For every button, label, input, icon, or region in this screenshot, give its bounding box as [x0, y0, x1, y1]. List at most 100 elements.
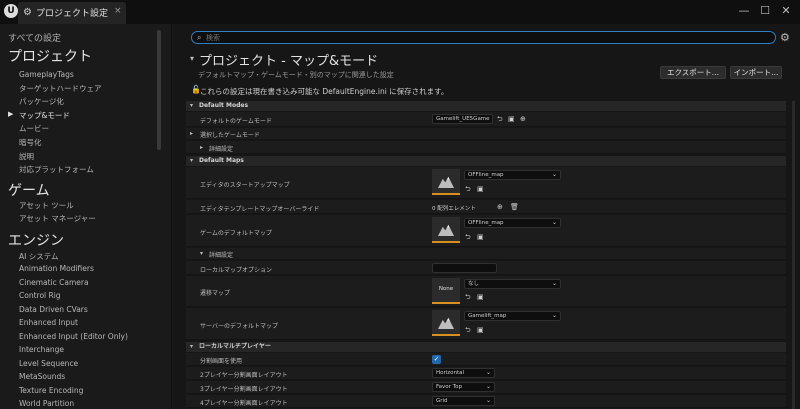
sidebar-section-game: ゲーム — [8, 183, 50, 199]
collapse-arrow-icon[interactable]: ▾ — [190, 54, 194, 63]
sidebar-item-ai-system[interactable]: AI システム — [19, 251, 59, 262]
split-screen-checkbox[interactable]: ✓ — [432, 355, 441, 364]
row-template-map-override: エディタテンプレートマップオーバーライド 0 配列エレメント ⊕ 🗑 — [186, 200, 786, 214]
sidebar-item-level-sequence[interactable]: Level Sequence — [19, 359, 78, 368]
sidebar-item-maps-and-modes[interactable]: マップ&モード — [19, 110, 70, 121]
dropdown-value: Gamelift_UE5Game — [436, 116, 490, 122]
game-default-map-dropdown[interactable]: OFFline_map ⌄ — [464, 218, 561, 228]
map-thumbnail[interactable] — [432, 217, 460, 243]
folder-icon[interactable]: ▣ — [477, 233, 484, 241]
local-map-options-input[interactable] — [432, 263, 497, 273]
browse-back-icon[interactable]: ⮌ — [465, 185, 471, 196]
add-icon[interactable]: ⊕ — [520, 115, 526, 123]
sidebar-scrollbar[interactable] — [157, 30, 161, 150]
row-modes-advanced[interactable]: ▸ 詳細設定 — [186, 141, 786, 154]
row-four-player-layout: 4プレイヤー分割画面レイアウト Grid ⌄ — [186, 395, 786, 408]
sidebar-item-gameplaytags[interactable]: GameplayTags — [19, 70, 74, 79]
expand-arrow-icon[interactable]: ▸ — [200, 144, 203, 151]
map-thumbnail[interactable] — [432, 310, 460, 336]
browse-back-icon[interactable]: ⮌ — [497, 115, 503, 126]
save-location-note: これらの設定は現在書き込み可能な DefaultEngine.ini に保存され… — [200, 87, 449, 96]
chevron-down-icon: ⌄ — [485, 369, 491, 376]
browse-back-icon[interactable]: ⮌ — [465, 293, 471, 304]
row-selected-game-mode[interactable]: ▸ 選択したゲームモード — [186, 128, 786, 140]
row-label: 詳細設定 — [209, 252, 234, 259]
collapse-arrow-icon[interactable]: ▾ — [200, 250, 203, 257]
sidebar-item-cinematic-camera[interactable]: Cinematic Camera — [19, 278, 89, 287]
row-label: 分割画面を使用 — [200, 358, 243, 365]
export-button[interactable]: エクスポート... — [660, 66, 726, 79]
category-default-maps[interactable]: ▾ Default Maps — [186, 156, 786, 166]
tab-project-settings[interactable]: ⚙ プロジェクト設定 × — [18, 2, 126, 24]
sidebar-item-enhanced-input-editor[interactable]: Enhanced Input (Editor Only) — [19, 332, 128, 341]
sidebar-item-supported-platforms[interactable]: 対応プラットフォーム — [19, 164, 94, 175]
map-thumbnail[interactable] — [432, 169, 460, 195]
details-scrollbar[interactable] — [792, 101, 795, 409]
sidebar-item-packaging[interactable]: パッケージ化 — [19, 96, 64, 107]
sidebar-section-project: プロジェクト — [8, 49, 92, 65]
row-label: 3プレイヤー分割画面レイアウト — [200, 386, 288, 393]
sidebar-item-movies[interactable]: ムービー — [19, 123, 49, 134]
sidebar-all-settings[interactable]: すべての設定 — [8, 31, 61, 44]
dropdown-value: OFFline_map — [468, 172, 504, 178]
four-player-layout-dropdown[interactable]: Grid ⌄ — [432, 396, 495, 406]
row-default-game-mode: デフォルトのゲームモード Gamelift_UE5Game ⮌ ▣ ⊕ — [186, 112, 786, 127]
close-window-button[interactable]: ✕ — [776, 3, 796, 19]
gear-icon[interactable]: ⚙ — [780, 31, 790, 44]
folder-icon[interactable]: ▣ — [477, 185, 484, 193]
page-description: デフォルトマップ・ゲームモード・別のマップに関連した設定 — [198, 71, 394, 79]
two-player-layout-dropdown[interactable]: Horizontal ⌄ — [432, 368, 495, 378]
editor-startup-map-dropdown[interactable]: OFFline_map ⌄ — [464, 170, 561, 180]
row-label: 4プレイヤー分割画面レイアウト — [200, 400, 288, 407]
category-caret-icon: ▾ — [190, 102, 194, 109]
dropdown-value: OFFline_map — [468, 220, 504, 226]
sidebar-item-metasounds[interactable]: MetaSounds — [19, 372, 65, 381]
sidebar-item-control-rig[interactable]: Control Rig — [19, 291, 61, 300]
sidebar-item-target-hardware[interactable]: ターゲットハードウェア — [19, 83, 102, 94]
browse-back-icon[interactable]: ⮌ — [465, 233, 471, 244]
row-game-default-map: ゲームのデフォルトマップ OFFline_map ⌄ ⮌ ▣ — [186, 215, 786, 247]
row-label: ローカルマップオプション — [200, 267, 273, 274]
chevron-down-icon: ⌄ — [551, 171, 557, 178]
sidebar-item-texture-encoding[interactable]: Texture Encoding — [19, 386, 83, 395]
sidebar-item-enhanced-input[interactable]: Enhanced Input — [19, 318, 78, 327]
transition-map-dropdown[interactable]: なし ⌄ — [464, 279, 561, 289]
tab-title: プロジェクト設定 — [36, 9, 109, 19]
thumbnail-none-label: None — [438, 286, 454, 292]
game-mode-dropdown[interactable]: Gamelift_UE5Game — [432, 114, 493, 124]
row-two-player-layout: 2プレイヤー分割画面レイアウト Horizontal ⌄ — [186, 367, 786, 380]
maximize-button[interactable]: ☐ — [755, 3, 775, 19]
folder-icon[interactable]: ▣ — [477, 293, 484, 301]
category-local-multiplayer[interactable]: ▾ ローカルマルチプレイヤー — [186, 342, 786, 352]
category-default-modes[interactable]: ▾ Default Modes — [186, 101, 786, 111]
server-default-map-dropdown[interactable]: Gamelift_map ⌄ — [464, 311, 561, 321]
category-label: ローカルマルチプレイヤー — [199, 343, 271, 350]
page-title: プロジェクト - マップ&モード — [199, 54, 379, 69]
sidebar-item-world-partition[interactable]: World Partition — [19, 399, 74, 408]
folder-icon[interactable]: ▣ — [508, 115, 515, 123]
dropdown-value: Horizontal — [436, 370, 465, 376]
three-player-layout-dropdown[interactable]: Favor Top ⌄ — [432, 382, 495, 392]
row-maps-advanced[interactable]: ▾ 詳細設定 — [186, 248, 786, 260]
add-icon[interactable]: ⊕ — [497, 203, 503, 211]
sidebar-item-animation-modifiers[interactable]: Animation Modifiers — [19, 264, 94, 273]
import-button[interactable]: インポート... — [730, 66, 782, 79]
sidebar-item-asset-tools[interactable]: アセット ツール — [19, 200, 74, 211]
sidebar-item-interchange[interactable]: Interchange — [19, 345, 64, 354]
title-bar: U ⚙ プロジェクト設定 × — ☐ ✕ — [0, 0, 800, 24]
expand-arrow-icon[interactable]: ▸ — [190, 130, 193, 137]
array-element-count: 0 配列エレメント — [432, 206, 476, 212]
minimize-button[interactable]: — — [734, 3, 754, 19]
sidebar-item-description[interactable]: 説明 — [19, 151, 34, 162]
sidebar-item-asset-manager[interactable]: アセット マネージャー — [19, 213, 96, 224]
map-thumbnail[interactable]: None — [432, 278, 460, 304]
chevron-down-icon: ⌄ — [485, 397, 491, 404]
search-box[interactable]: ⌕ — [191, 31, 776, 44]
sidebar-item-encryption[interactable]: 暗号化 — [19, 137, 42, 148]
search-input[interactable] — [206, 32, 766, 43]
sidebar-item-data-driven-cvars[interactable]: Data Driven CVars — [19, 305, 88, 314]
trash-icon[interactable]: 🗑 — [510, 203, 519, 211]
browse-back-icon[interactable]: ⮌ — [465, 326, 471, 337]
tab-close-icon[interactable]: × — [114, 6, 122, 16]
folder-icon[interactable]: ▣ — [477, 326, 484, 334]
